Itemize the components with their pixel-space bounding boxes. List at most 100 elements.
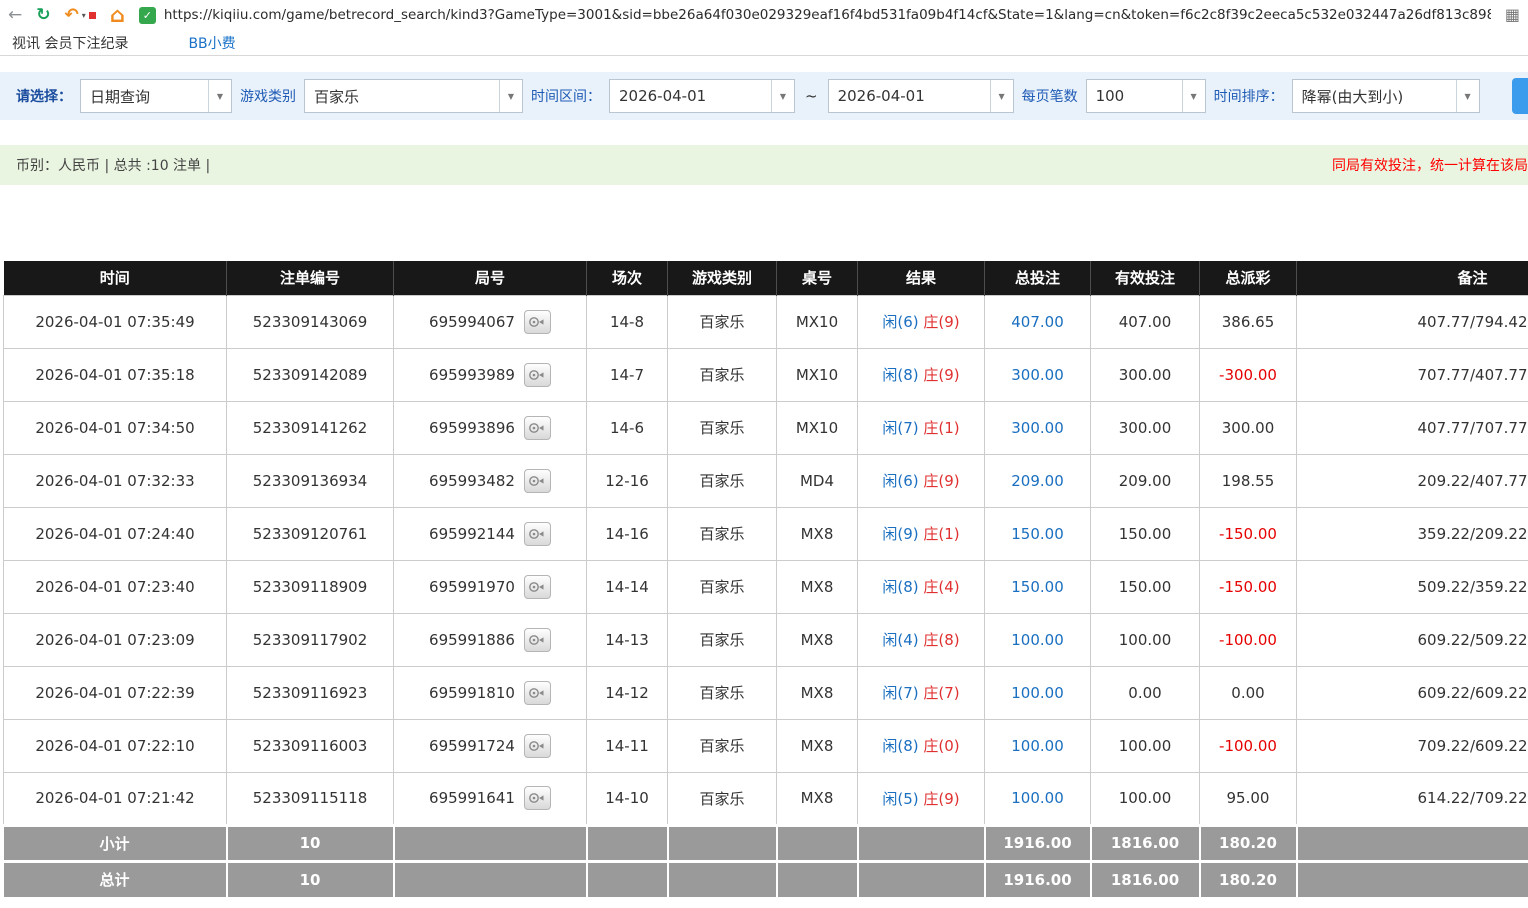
- date-mode-select[interactable]: 日期查询 ▼: [80, 79, 232, 113]
- date-from-input[interactable]: 2026-04-01 ▼: [609, 79, 795, 113]
- video-replay-icon[interactable]: [524, 786, 551, 810]
- result-banker: 庄(9): [923, 790, 959, 808]
- cell-valid-bet: 300.00: [1091, 401, 1200, 454]
- result-banker: 庄(1): [923, 419, 959, 437]
- total-count: 10: [227, 861, 394, 897]
- table-container: 时间注单编号局号场次游戏类别桌号结果总投注有效投注总派彩备注 2026-04-0…: [0, 261, 1528, 897]
- cell-bet-id: 523309117902: [227, 613, 394, 666]
- video-replay-icon[interactable]: [524, 575, 551, 599]
- total-empty: [668, 861, 777, 897]
- cell-total-bet[interactable]: 100.00: [985, 772, 1091, 825]
- cell-round: 695993482: [394, 454, 587, 507]
- chevron-down-icon[interactable]: ▼: [1456, 80, 1479, 112]
- cell-session: 14-14: [587, 560, 668, 613]
- subtotal-count: 10: [227, 825, 394, 861]
- sort-value: 降幂(由大到小): [1293, 80, 1456, 112]
- cell-result: 闲(9) 庄(1): [858, 507, 985, 560]
- result-banker: 庄(7): [923, 684, 959, 702]
- result-banker: 庄(4): [923, 578, 959, 596]
- tab-video-bet-records[interactable]: 视讯 会员下注纪录: [12, 33, 128, 53]
- column-header: 注单编号: [227, 261, 394, 295]
- address-bar[interactable]: ✓ https://kiqiiu.com/game/betrecord_sear…: [139, 7, 1491, 24]
- video-replay-icon[interactable]: [524, 363, 551, 387]
- cell-table-number: MX8: [777, 507, 858, 560]
- cell-bet-id: 523309116923: [227, 666, 394, 719]
- home-icon[interactable]: ⌂: [110, 5, 125, 26]
- table-row: 2026-04-01 07:21:42 523309115118 6959916…: [4, 772, 1528, 825]
- game-type-select[interactable]: 百家乐 ▼: [304, 79, 523, 113]
- video-replay-icon[interactable]: [524, 734, 551, 758]
- cell-time: 2026-04-01 07:21:42: [4, 772, 227, 825]
- chevron-down-icon[interactable]: ▼: [499, 80, 522, 112]
- column-header: 桌号: [777, 261, 858, 295]
- cell-bet-id: 523309143069: [227, 295, 394, 348]
- cell-total-bet[interactable]: 407.00: [985, 295, 1091, 348]
- video-replay-icon[interactable]: [524, 522, 551, 546]
- table-row: 2026-04-01 07:23:09 523309117902 6959918…: [4, 613, 1528, 666]
- cell-total-bet[interactable]: 209.00: [985, 454, 1091, 507]
- total-empty: [858, 861, 985, 897]
- table-header-row: 时间注单编号局号场次游戏类别桌号结果总投注有效投注总派彩备注: [4, 261, 1528, 295]
- video-replay-icon[interactable]: [524, 628, 551, 652]
- reload-icon[interactable]: ↻: [36, 7, 50, 24]
- date-to-value: 2026-04-01: [829, 80, 990, 112]
- cell-time: 2026-04-01 07:23:40: [4, 560, 227, 613]
- cell-total-bet[interactable]: 150.00: [985, 560, 1091, 613]
- video-replay-icon[interactable]: [524, 416, 551, 440]
- cell-total-bet[interactable]: 100.00: [985, 719, 1091, 772]
- video-replay-icon[interactable]: [524, 469, 551, 493]
- cell-total-bet[interactable]: 100.00: [985, 613, 1091, 666]
- result-player: 闲(9): [882, 525, 918, 543]
- table-row: 2026-04-01 07:35:18 523309142089 6959939…: [4, 348, 1528, 401]
- security-shield-icon: ✓: [139, 7, 156, 24]
- table-row: 2026-04-01 07:23:40 523309118909 6959919…: [4, 560, 1528, 613]
- video-replay-icon[interactable]: [524, 681, 551, 705]
- sort-select[interactable]: 降幂(由大到小) ▼: [1292, 79, 1480, 113]
- total-row: 总计 10 1916.00 1816.00 180.20: [4, 861, 1528, 897]
- cell-remark: 614.22/709.22: [1297, 772, 1528, 825]
- date-from-value: 2026-04-01: [610, 80, 771, 112]
- cell-payout: 300.00: [1200, 401, 1297, 454]
- result-player: 闲(5): [882, 790, 918, 808]
- tab-bb-tips[interactable]: BB小费: [188, 33, 235, 53]
- date-to-input[interactable]: 2026-04-01 ▼: [828, 79, 1014, 113]
- search-button[interactable]: [1512, 78, 1528, 114]
- cell-time: 2026-04-01 07:22:10: [4, 719, 227, 772]
- round-number: 695993989: [429, 366, 515, 384]
- cell-remark: 509.22/359.22: [1297, 560, 1528, 613]
- cell-total-bet[interactable]: 100.00: [985, 666, 1091, 719]
- cell-table-number: MX8: [777, 772, 858, 825]
- cell-payout: 0.00: [1200, 666, 1297, 719]
- game-type-value: 百家乐: [305, 80, 499, 112]
- url-text[interactable]: https://kiqiiu.com/game/betrecord_search…: [164, 7, 1491, 23]
- chevron-down-icon[interactable]: ▼: [1182, 80, 1205, 112]
- caret-down-icon[interactable]: ▾: [82, 11, 86, 20]
- subtotal-empty: [1297, 825, 1528, 861]
- cell-total-bet[interactable]: 150.00: [985, 507, 1091, 560]
- chevron-down-icon[interactable]: ▼: [208, 80, 231, 112]
- cell-round: 695992144: [394, 507, 587, 560]
- cell-session: 14-7: [587, 348, 668, 401]
- cell-payout: -100.00: [1200, 613, 1297, 666]
- filter-bar: 请选择： 日期查询 ▼ 游戏类别 百家乐 ▼ 时间区间： 2026-04-01 …: [0, 72, 1528, 120]
- page-size-select[interactable]: 100 ▼: [1086, 79, 1206, 113]
- tab-bar: 视讯 会员下注纪录 BB小费: [0, 30, 1528, 56]
- chevron-down-icon[interactable]: ▼: [771, 80, 794, 112]
- cell-result: 闲(7) 庄(1): [858, 401, 985, 454]
- apps-grid-icon[interactable]: ▦: [1505, 7, 1520, 23]
- cell-time: 2026-04-01 07:24:40: [4, 507, 227, 560]
- cell-session: 12-16: [587, 454, 668, 507]
- cell-payout: -150.00: [1200, 560, 1297, 613]
- cell-remark: 407.77/794.42: [1297, 295, 1528, 348]
- chevron-down-icon[interactable]: ▼: [990, 80, 1013, 112]
- back-icon[interactable]: ←: [8, 7, 22, 24]
- cell-valid-bet: 100.00: [1091, 613, 1200, 666]
- undo-control[interactable]: ↶ ▾: [65, 7, 96, 24]
- cell-round: 695991970: [394, 560, 587, 613]
- cell-total-bet[interactable]: 300.00: [985, 348, 1091, 401]
- game-type-label: 游戏类别: [240, 86, 296, 106]
- video-replay-icon[interactable]: [524, 310, 551, 334]
- cell-total-bet[interactable]: 300.00: [985, 401, 1091, 454]
- undo-icon[interactable]: ↶: [65, 7, 79, 24]
- column-header: 总派彩: [1200, 261, 1297, 295]
